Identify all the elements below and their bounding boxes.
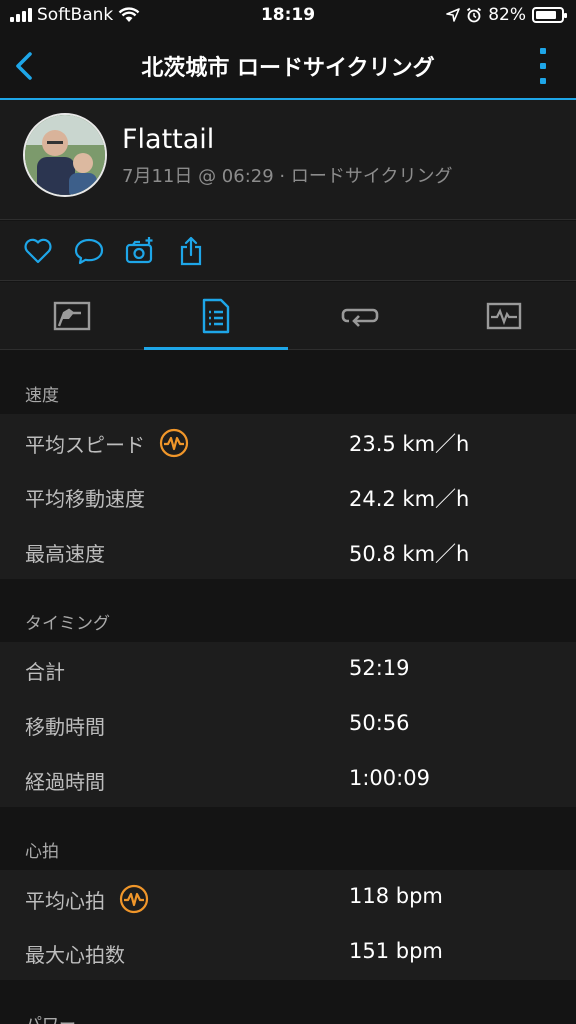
battery-level <box>536 11 556 19</box>
stat-label: 平均心拍 <box>25 888 105 913</box>
stat-value: 50.8 km／h <box>349 542 470 566</box>
section-header-timing: タイミング <box>0 579 576 642</box>
alarm-icon <box>467 7 482 23</box>
stat-row-avg-moving-speed: 平均移動速度 24.2 km／h <box>0 469 576 524</box>
action-bar <box>0 221 576 281</box>
stat-label: 最大心拍数 <box>25 943 125 967</box>
stat-value: 24.2 km／h <box>349 487 470 511</box>
section-timing: 合計 52:19 移動時間 50:56 経過時間 1:00:09 <box>0 642 576 807</box>
stats-content: 速度 平均スピード 23.5 km／h 平均移動速度 24.2 km／h 最高速… <box>0 351 576 1024</box>
stat-value: 1:00:09 <box>349 766 430 790</box>
tab-charts[interactable] <box>432 282 576 350</box>
stat-label: 平均移動速度 <box>25 487 145 511</box>
list-document-icon <box>202 298 230 334</box>
tab-bar <box>0 282 576 350</box>
tab-stats[interactable] <box>144 282 288 350</box>
heart-rate-icon[interactable] <box>119 884 149 914</box>
stat-label: 経過時間 <box>25 770 105 794</box>
activity-header: Flattail 7月11日 @ 06:29 · ロードサイクリング <box>0 100 576 220</box>
stat-value: 50:56 <box>349 711 410 735</box>
comment-icon[interactable] <box>73 235 105 267</box>
stat-label: 合計 <box>25 660 65 684</box>
avatar[interactable] <box>23 113 107 197</box>
stat-label: 平均スピード <box>25 432 145 457</box>
graph-icon <box>486 302 522 330</box>
stat-row-avg-heart-rate: 平均心拍 118 bpm <box>0 870 576 925</box>
share-icon[interactable] <box>176 235 208 267</box>
tab-laps[interactable] <box>288 282 432 350</box>
chart-icon <box>53 301 91 331</box>
signal-icon <box>10 8 32 22</box>
laps-icon <box>341 308 379 327</box>
stat-row-max-speed: 最高速度 50.8 km／h <box>0 524 576 579</box>
stat-row-avg-speed: 平均スピード 23.5 km／h <box>0 414 576 469</box>
section-header-speed: 速度 <box>0 351 576 414</box>
status-right: 82% <box>446 5 567 25</box>
stat-row-total-time: 合計 52:19 <box>0 642 576 697</box>
wifi-icon <box>118 7 140 22</box>
status-bar: SoftBank 18:19 82% <box>0 0 576 34</box>
stat-row-moving-time: 移動時間 50:56 <box>0 697 576 752</box>
tab-overview[interactable] <box>0 282 144 350</box>
stat-row-elapsed-time: 経過時間 1:00:09 <box>0 752 576 807</box>
section-header-heart-rate: 心拍 <box>0 807 576 870</box>
add-photo-icon[interactable] <box>124 235 156 267</box>
stat-row-max-heart-rate: 最大心拍数 151 bpm <box>0 925 576 980</box>
status-left: SoftBank <box>10 5 140 25</box>
section-header-power: パワー <box>0 980 576 1024</box>
stat-value: 52:19 <box>349 656 410 680</box>
more-options-icon[interactable] <box>538 48 548 84</box>
location-arrow-icon <box>446 8 461 22</box>
stat-label: 移動時間 <box>25 715 105 739</box>
stat-value: 151 bpm <box>349 939 443 963</box>
back-chevron-icon[interactable] <box>10 48 40 84</box>
carrier-name: SoftBank <box>37 5 114 25</box>
stat-value: 118 bpm <box>349 884 443 908</box>
battery-icon <box>532 7 567 23</box>
activity-meta: 7月11日 @ 06:29 · ロードサイクリング <box>122 166 453 187</box>
user-name[interactable]: Flattail <box>122 124 214 155</box>
section-speed: 平均スピード 23.5 km／h 平均移動速度 24.2 km／h 最高速度 5… <box>0 414 576 579</box>
stat-label: 最高速度 <box>25 542 105 566</box>
heart-rate-icon[interactable] <box>159 428 189 458</box>
page-title: 北茨城市 ロードサイクリング <box>141 56 435 81</box>
active-tab-indicator <box>144 347 288 350</box>
battery-percent: 82% <box>488 5 526 25</box>
like-heart-icon[interactable] <box>22 235 54 267</box>
stat-value: 23.5 km／h <box>349 432 470 456</box>
navigation-bar: 北茨城市 ロードサイクリング <box>0 34 576 98</box>
section-heart-rate: 平均心拍 118 bpm 最大心拍数 151 bpm <box>0 870 576 980</box>
